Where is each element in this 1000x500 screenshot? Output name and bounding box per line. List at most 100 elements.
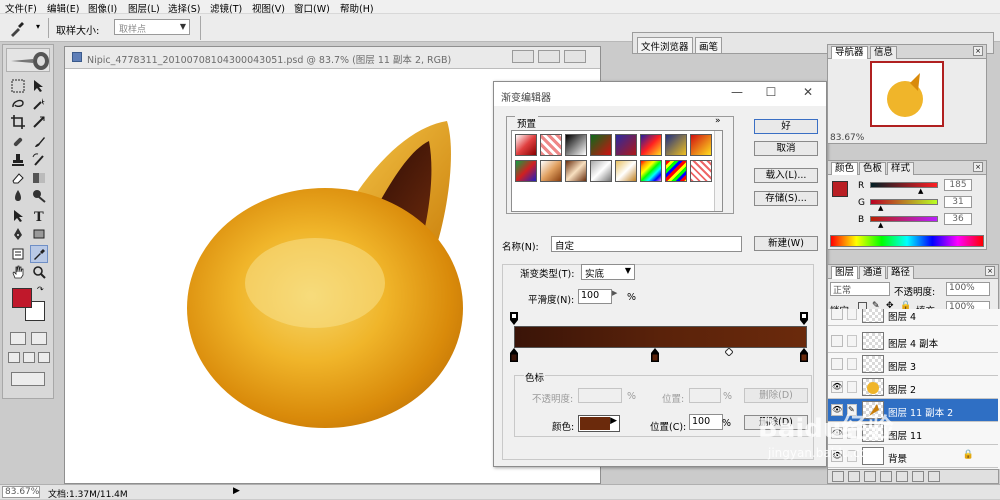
close-icon[interactable]: × — [985, 266, 995, 276]
menu-file[interactable]: 文件(F) — [5, 1, 37, 15]
foreground-color-front[interactable] — [12, 288, 32, 308]
preset-swatch[interactable] — [665, 134, 687, 156]
close-button[interactable] — [564, 50, 586, 63]
midpoint-diamond[interactable] — [725, 348, 733, 356]
eyedropper-icon[interactable] — [8, 20, 24, 37]
dodge-icon[interactable] — [30, 187, 48, 205]
layer-style-icon[interactable] — [848, 471, 860, 482]
minimize-button[interactable] — [512, 50, 534, 63]
standard-mode-icon[interactable] — [10, 332, 26, 345]
stop-color-picker[interactable]: ▶ — [578, 415, 620, 432]
healing-brush-icon[interactable] — [9, 133, 27, 151]
preset-swatch[interactable] — [565, 134, 587, 156]
opacity-stop-left[interactable] — [509, 312, 519, 326]
green-slider-thumb[interactable]: ▲ — [878, 204, 883, 212]
tab-color[interactable]: 颜色 — [831, 162, 859, 175]
save-button[interactable]: 存储(S)... — [754, 191, 818, 206]
new-layer-icon[interactable] — [912, 471, 924, 482]
maximize-icon[interactable]: ☐ — [762, 85, 780, 101]
eraser-icon[interactable] — [9, 169, 27, 187]
screen-mode-standard-icon[interactable] — [8, 352, 20, 363]
color-stop-right[interactable] — [799, 348, 809, 363]
menu-select[interactable]: 选择(S) — [168, 1, 200, 15]
jump-to-imageready-icon[interactable] — [11, 372, 45, 386]
menu-view[interactable]: 视图(V) — [252, 1, 285, 15]
zoom-icon[interactable] — [30, 263, 48, 281]
blend-mode-select[interactable]: 正常 — [830, 282, 890, 296]
crop-icon[interactable] — [9, 113, 27, 131]
navigator-zoom[interactable]: 83.67% — [830, 133, 864, 143]
adjustment-layer-icon[interactable] — [896, 471, 908, 482]
preset-scrollbar[interactable] — [714, 131, 722, 211]
notes-icon[interactable] — [9, 245, 27, 263]
shape-icon[interactable] — [30, 225, 48, 243]
lasso-icon[interactable] — [9, 95, 27, 113]
magic-wand-icon[interactable] — [30, 95, 48, 113]
cancel-button[interactable]: 取消 — [754, 141, 818, 156]
preset-swatch[interactable] — [590, 134, 612, 156]
layer-mask-icon[interactable] — [864, 471, 876, 482]
color-panel-swatch[interactable] — [832, 181, 848, 197]
red-value[interactable]: 185 — [944, 179, 972, 191]
menu-layer[interactable]: 图层(L) — [128, 1, 160, 15]
blue-slider-thumb[interactable]: ▲ — [878, 221, 883, 229]
layer-row-4-copy[interactable]: 图层 4 副本 — [828, 330, 998, 353]
tab-navigator[interactable]: 导航器 — [831, 46, 868, 59]
color-stop-middle[interactable] — [650, 348, 660, 363]
swap-colors-icon[interactable]: ↷ — [37, 285, 44, 294]
new-button[interactable]: 新建(W) — [754, 236, 818, 251]
gradient-preview-bar[interactable] — [514, 326, 807, 348]
menu-filter[interactable]: 滤镜(T) — [210, 1, 242, 15]
slice-icon[interactable] — [30, 113, 48, 131]
eyedropper-tool-icon[interactable] — [30, 245, 48, 263]
location-input[interactable]: 100 — [689, 414, 723, 430]
clone-stamp-icon[interactable] — [9, 151, 27, 169]
layer-link[interactable] — [847, 309, 857, 320]
name-input[interactable]: 自定 — [551, 236, 742, 252]
layer-link[interactable] — [847, 358, 857, 370]
toolbox-header[interactable] — [6, 48, 50, 72]
menu-edit[interactable]: 编辑(E) — [47, 1, 79, 15]
minimize-icon[interactable]: — — [728, 85, 746, 101]
close-icon[interactable]: × — [973, 46, 983, 56]
layer-row-3[interactable]: 图层 3 — [828, 353, 998, 376]
move-icon[interactable] — [30, 77, 48, 95]
tab-brushes[interactable]: 画笔 — [695, 37, 723, 53]
preset-swatch[interactable] — [615, 160, 637, 182]
sample-size-select[interactable]: 取样点 ▼ — [114, 19, 190, 35]
preset-swatch[interactable] — [565, 160, 587, 182]
marquee-icon[interactable] — [9, 77, 27, 95]
brush-icon[interactable] — [30, 133, 48, 151]
gradient-icon[interactable] — [30, 169, 48, 187]
menu-help[interactable]: 帮助(H) — [340, 1, 374, 15]
link-layers-icon[interactable] — [832, 471, 844, 482]
menu-window[interactable]: 窗口(W) — [294, 1, 330, 15]
eye-icon[interactable]: 👁 — [831, 381, 843, 393]
type-icon[interactable]: T — [30, 207, 48, 225]
green-value[interactable]: 31 — [944, 196, 972, 208]
blue-value[interactable]: 36 — [944, 213, 972, 225]
screen-mode-menu-icon[interactable] — [23, 352, 35, 363]
new-set-icon[interactable] — [880, 471, 892, 482]
gradient-type-select[interactable]: 实底 ▼ — [581, 264, 635, 280]
hand-icon[interactable] — [9, 263, 27, 281]
preset-swatch[interactable] — [665, 160, 687, 182]
canvas-artwork[interactable] — [185, 113, 485, 433]
color-ramp[interactable] — [830, 235, 984, 247]
close-icon[interactable]: × — [973, 162, 983, 172]
tab-file-browser[interactable]: 文件浏览器 — [637, 37, 693, 53]
menu-image[interactable]: 图像(I) — [88, 1, 117, 15]
path-selection-icon[interactable] — [9, 207, 27, 225]
maximize-button[interactable] — [538, 50, 560, 63]
document-title-bar[interactable]: Nipic_4778311_20100708104300043051.psd @… — [65, 47, 600, 69]
tab-layers[interactable]: 图层 — [831, 266, 859, 279]
zoom-field[interactable]: 83.67% — [2, 486, 40, 498]
preset-swatch[interactable] — [515, 134, 537, 156]
preset-swatch[interactable] — [690, 134, 712, 156]
navigator-thumbnail[interactable] — [870, 61, 944, 127]
tab-paths[interactable]: 路径 — [887, 266, 915, 279]
color-stop-left[interactable] — [509, 348, 519, 363]
smoothness-input[interactable]: 100 — [578, 289, 612, 304]
preset-swatch[interactable] — [615, 134, 637, 156]
tab-info[interactable]: 信息 — [870, 46, 898, 59]
